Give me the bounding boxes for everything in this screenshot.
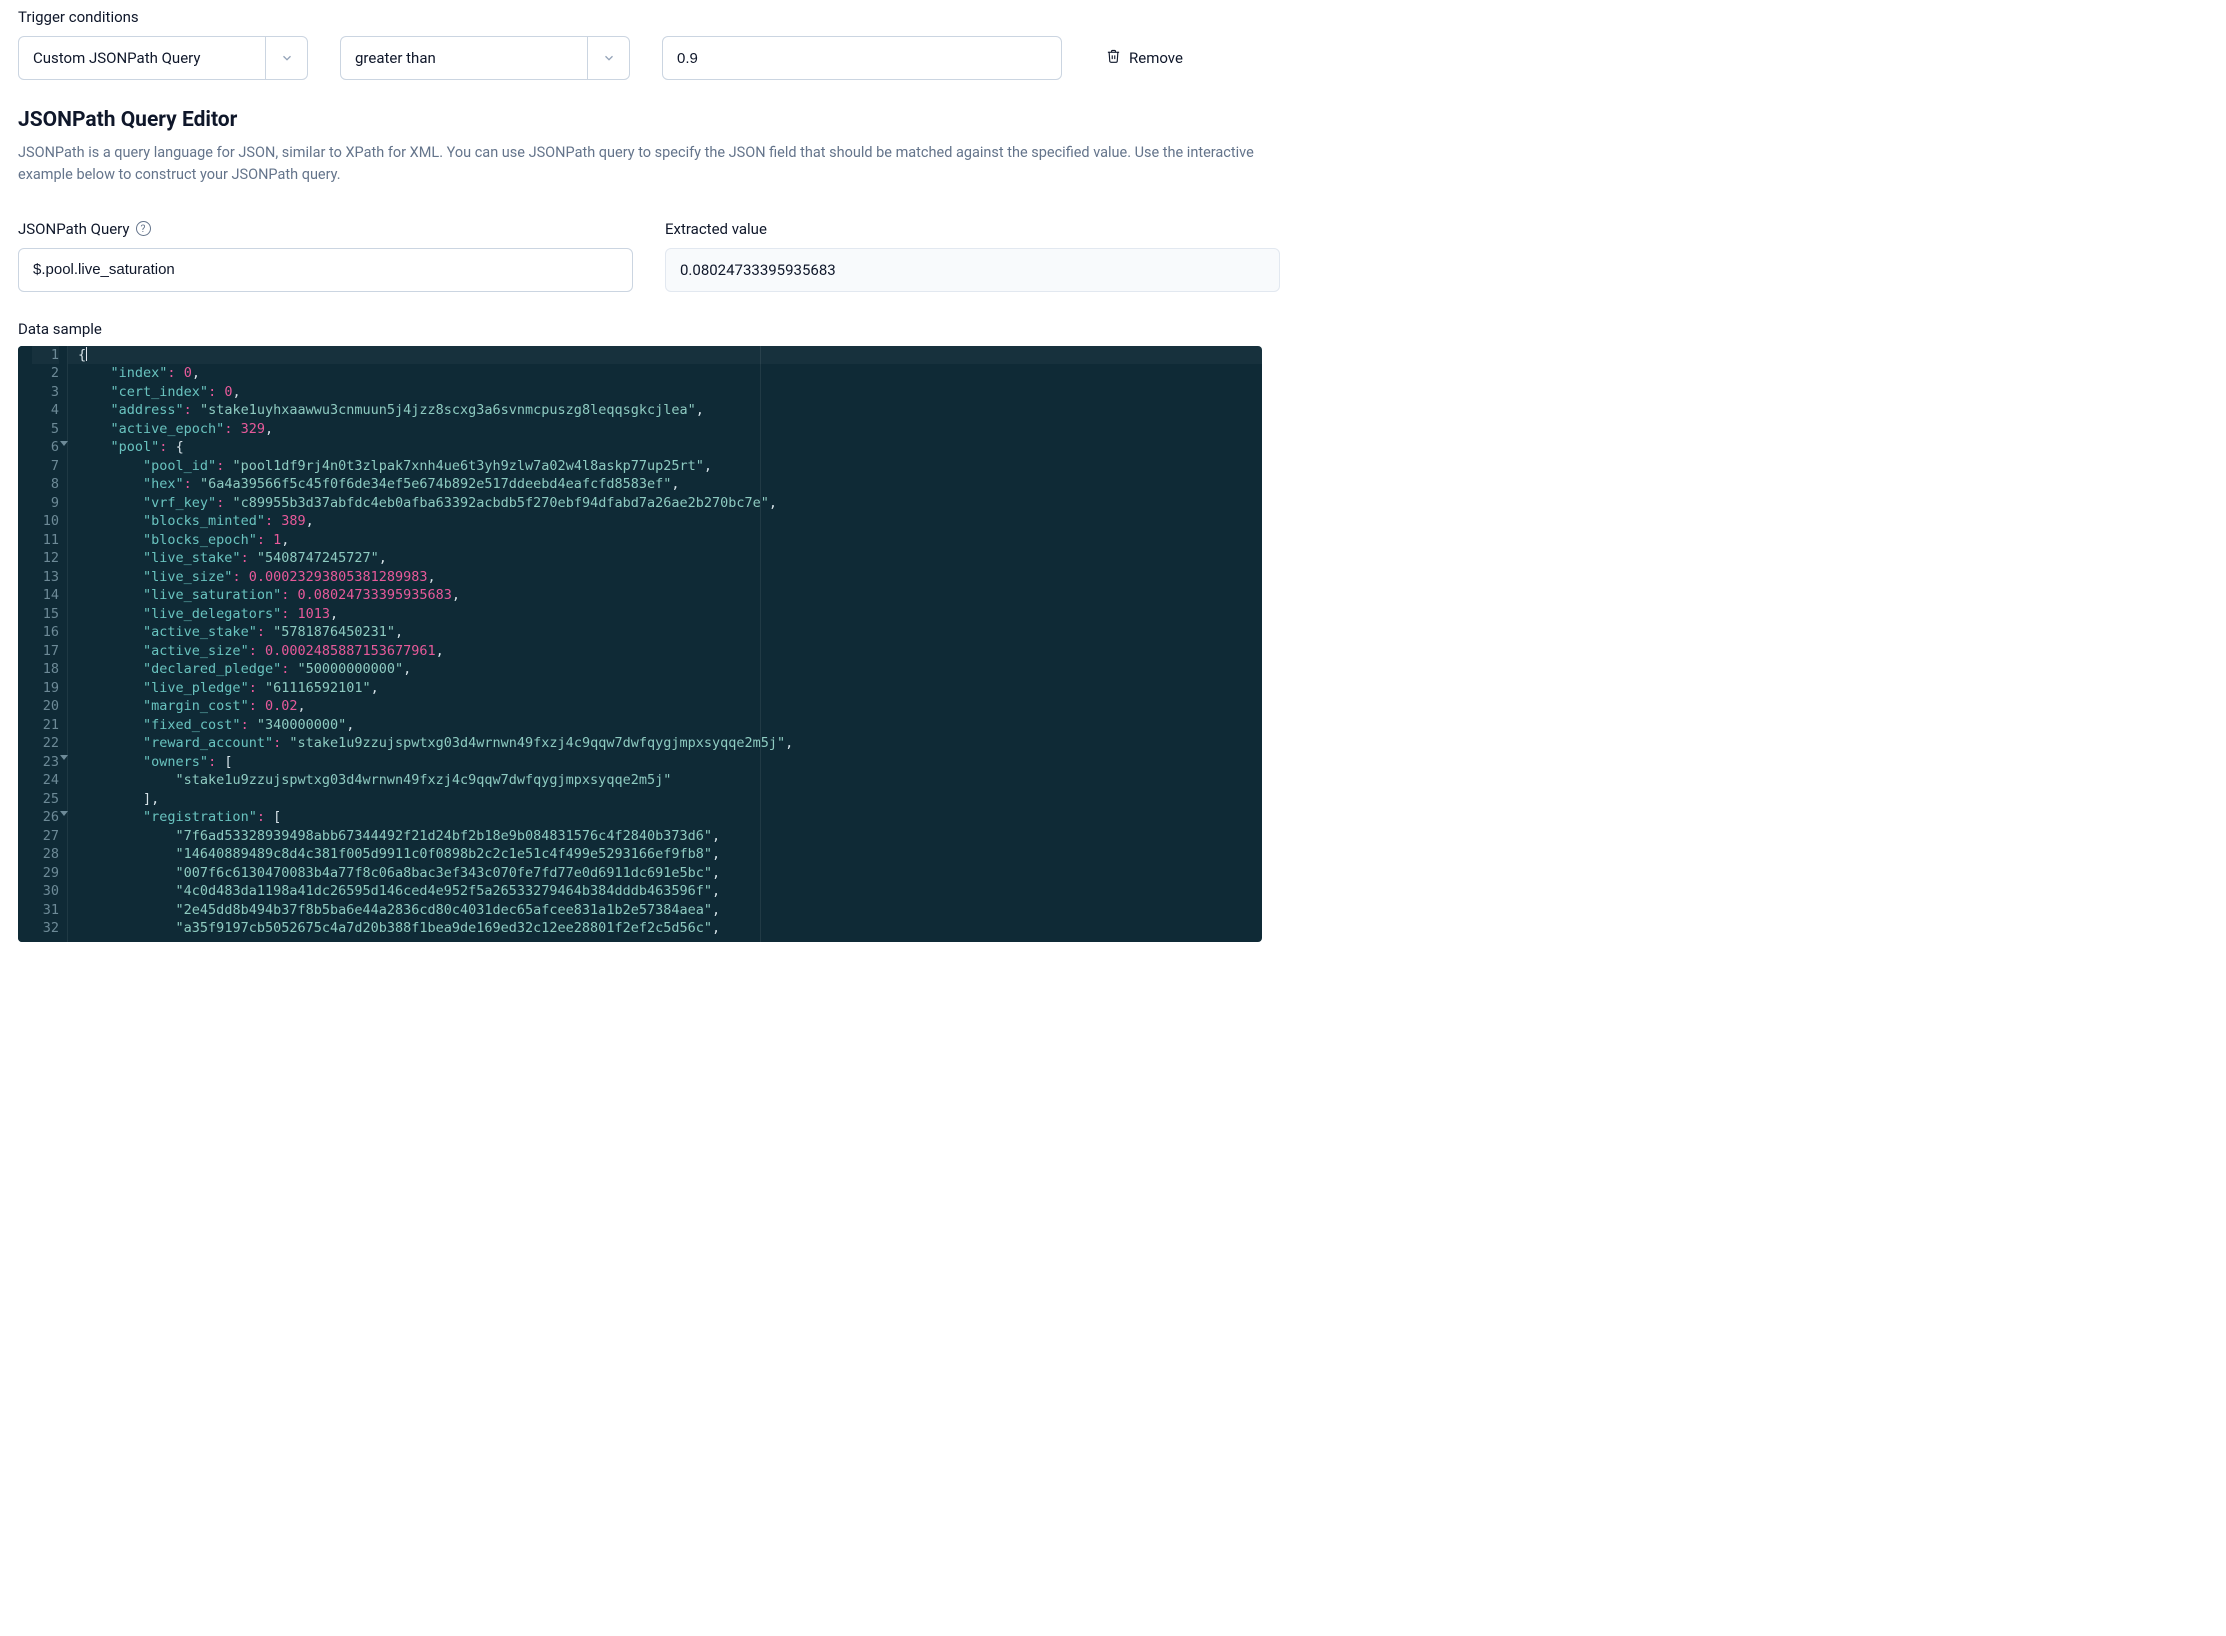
line-number: 26 [32, 808, 59, 827]
fold-icon[interactable] [60, 811, 68, 816]
line-number: 6 [32, 438, 59, 457]
line-number: 1 [32, 346, 59, 365]
line-number: 5 [32, 420, 59, 439]
line-number: 3 [32, 383, 59, 402]
line-number: 28 [32, 845, 59, 864]
line-number: 8 [32, 475, 59, 494]
line-number: 20 [32, 697, 59, 716]
help-icon[interactable]: ? [136, 221, 151, 236]
extracted-value-display: 0.08024733395935683 [665, 248, 1280, 292]
line-number: 18 [32, 660, 59, 679]
line-number: 23 [32, 753, 59, 772]
code-line[interactable]: "reward_account": "stake1u9zzujspwtxg03d… [78, 734, 1262, 753]
code-line[interactable]: "margin_cost": 0.02, [78, 697, 1262, 716]
jsonpath-query-label: JSONPath Query ? [18, 220, 633, 238]
line-number: 9 [32, 494, 59, 513]
trigger-row: Custom JSONPath Query greater than Remov… [18, 36, 1262, 80]
operator-select[interactable]: greater than [340, 36, 630, 80]
code-line[interactable]: "2e45dd8b494b37f8b5ba6e44a2836cd80c4031d… [78, 901, 1262, 920]
code-line[interactable]: "live_pledge": "61116592101", [78, 679, 1262, 698]
chevron-down-icon [587, 37, 629, 79]
line-number: 24 [32, 771, 59, 790]
code-line[interactable]: "14640889489c8d4c381f005d9911c0f0898b2c2… [78, 845, 1262, 864]
code-line[interactable]: "live_delegators": 1013, [78, 605, 1262, 624]
line-number: 15 [32, 605, 59, 624]
code-line[interactable]: "blocks_minted": 389, [78, 512, 1262, 531]
code-line[interactable]: "live_saturation": 0.08024733395935683, [78, 586, 1262, 605]
code-line[interactable]: "vrf_key": "c89955b3d37abfdc4eb0afba6339… [78, 494, 1262, 513]
code-line[interactable]: "pool_id": "pool1df9rj4n0t3zlpak7xnh4ue6… [78, 457, 1262, 476]
query-type-value: Custom JSONPath Query [19, 49, 265, 67]
line-number: 14 [32, 586, 59, 605]
extracted-value-label: Extracted value [665, 220, 1280, 238]
line-number: 16 [32, 623, 59, 642]
remove-button[interactable]: Remove [1106, 48, 1183, 68]
code-line[interactable]: "owners": [ [78, 753, 1262, 772]
remove-label: Remove [1129, 49, 1183, 67]
code-line[interactable]: "blocks_epoch": 1, [78, 531, 1262, 550]
code-line[interactable]: "declared_pledge": "50000000000", [78, 660, 1262, 679]
line-number: 17 [32, 642, 59, 661]
line-number: 7 [32, 457, 59, 476]
code-line[interactable]: "cert_index": 0, [78, 383, 1262, 402]
code-line[interactable]: "pool": { [78, 438, 1262, 457]
line-number: 22 [32, 734, 59, 753]
line-number: 11 [32, 531, 59, 550]
line-number: 13 [32, 568, 59, 587]
line-number: 21 [32, 716, 59, 735]
fold-icon[interactable] [60, 441, 68, 446]
line-number: 2 [32, 364, 59, 383]
trash-icon [1106, 48, 1121, 68]
line-number: 19 [32, 679, 59, 698]
line-number: 25 [32, 790, 59, 809]
data-sample-label: Data sample [18, 320, 1262, 338]
code-line[interactable]: "active_stake": "5781876450231", [78, 623, 1262, 642]
code-line[interactable]: "4c0d483da1198a41dc26595d146ced4e952f5a2… [78, 882, 1262, 901]
line-number: 10 [32, 512, 59, 531]
code-line[interactable]: ], [78, 790, 1262, 809]
code-line[interactable]: "active_epoch": 329, [78, 420, 1262, 439]
code-line[interactable]: "live_stake": "5408747245727", [78, 549, 1262, 568]
code-line[interactable]: "7f6ad53328939498abb67344492f21d24bf2b18… [78, 827, 1262, 846]
code-editor[interactable]: 1234567891011121314151617181920212223242… [18, 346, 1262, 942]
code-line[interactable]: "fixed_cost": "340000000", [78, 716, 1262, 735]
code-line[interactable]: "registration": [ [78, 808, 1262, 827]
line-number: 27 [32, 827, 59, 846]
line-number: 29 [32, 864, 59, 883]
editor-description: JSONPath is a query language for JSON, s… [18, 142, 1258, 186]
line-number: 4 [32, 401, 59, 420]
line-number: 12 [32, 549, 59, 568]
line-number: 32 [32, 919, 59, 938]
threshold-input[interactable] [662, 36, 1062, 80]
code-line[interactable]: "a35f9197cb5052675c4a7d20b388f1bea9de169… [78, 919, 1262, 938]
code-line[interactable]: "index": 0, [78, 364, 1262, 383]
code-line[interactable]: "live_size": 0.00023293805381289983, [78, 568, 1262, 587]
query-type-select[interactable]: Custom JSONPath Query [18, 36, 308, 80]
line-number: 30 [32, 882, 59, 901]
code-line[interactable]: "007f6c6130470083b4a77f8c06a8bac3ef343c0… [78, 864, 1262, 883]
editor-title: JSONPath Query Editor [18, 108, 1262, 132]
code-line[interactable]: "stake1u9zzujspwtxg03d4wrnwn49fxzj4c9qqw… [78, 771, 1262, 790]
jsonpath-query-input[interactable] [18, 248, 633, 292]
code-line[interactable]: "hex": "6a4a39566f5c45f0f6de34ef5e674b89… [78, 475, 1262, 494]
operator-value: greater than [341, 49, 587, 67]
code-line[interactable]: "address": "stake1uyhxaawwu3cnmuun5j4jzz… [78, 401, 1262, 420]
fold-icon[interactable] [60, 755, 68, 760]
line-number: 31 [32, 901, 59, 920]
trigger-conditions-label: Trigger conditions [18, 8, 1262, 26]
code-line[interactable]: "active_size": 0.0002485887153677961, [78, 642, 1262, 661]
chevron-down-icon [265, 37, 307, 79]
